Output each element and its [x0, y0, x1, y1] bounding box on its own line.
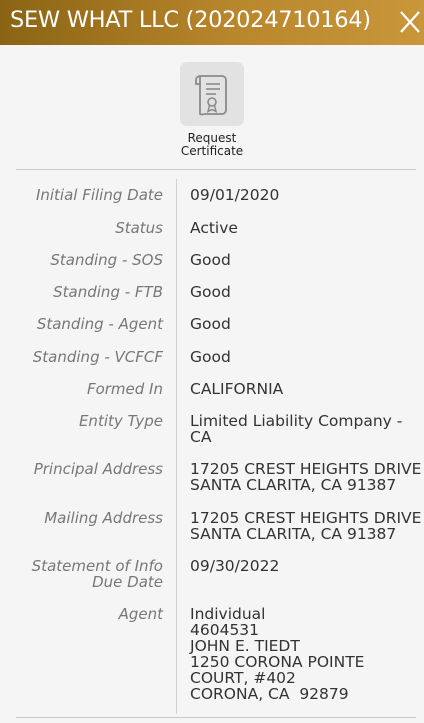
certificate-document-icon [195, 75, 227, 116]
detail-value: Active [190, 220, 415, 236]
value-line: 09/30/2022 [190, 557, 280, 575]
value-line: Individual [190, 605, 266, 623]
value-line: 4604531 [190, 621, 260, 639]
detail-label: Formed In [86, 380, 163, 398]
detail-value: Individual 4604531 JOHN E. TIEDT 1250 CO… [190, 606, 415, 702]
detail-label: Principal Address [33, 460, 163, 478]
detail-label: Status [115, 219, 163, 237]
value-line: 1250 CORONA POINTE [190, 653, 365, 671]
value-line: Good [190, 283, 231, 301]
detail-value: 17205 CREST HEIGHTS DRIVE SANTA CLARITA,… [190, 509, 422, 543]
value-line: Good [190, 315, 231, 333]
detail-label: Entity Type [78, 412, 163, 430]
detail-label: Agent [118, 605, 163, 623]
detail-label: Standing - SOS [50, 251, 163, 269]
value-line: Good [190, 348, 231, 366]
detail-value: Good [190, 284, 415, 300]
top-divider [16, 169, 416, 170]
entity-title: SEW WHAT LLC (202024710164) [10, 7, 371, 33]
detail-label: Mailing Address [44, 509, 163, 527]
detail-label: Initial Filing Date [35, 186, 163, 204]
detail-panel: Request Certificate Initial Filing Date … [0, 45, 424, 723]
value-line: 17205 CREST HEIGHTS DRIVE [190, 509, 422, 527]
detail-label: Standing - VCFCF [32, 348, 163, 366]
value-line: Limited Liability Company - [190, 412, 403, 430]
value-line: CORONA, CA 92879 [190, 685, 349, 703]
detail-value: 09/30/2022 [190, 558, 415, 574]
value-line: 09/01/2020 [190, 186, 280, 204]
bottom-divider [16, 717, 416, 718]
value-line: Good [190, 251, 231, 269]
detail-value: Good [190, 349, 415, 365]
cert-label-line1: Request [187, 131, 237, 145]
value-line: SANTA CLARITA, CA 91387 [190, 525, 397, 543]
detail-value: Good [190, 252, 415, 268]
detail-header: SEW WHAT LLC (202024710164) [0, 0, 424, 45]
detail-value: 09/01/2020 [190, 187, 415, 203]
value-line: Active [190, 219, 238, 237]
value-line: CA [190, 428, 212, 446]
value-line: COURT, #402 [190, 669, 296, 687]
detail-value: Limited Liability Company - CA [190, 413, 415, 445]
close-button[interactable] [394, 0, 424, 45]
label-line: Due Date [92, 573, 163, 591]
close-icon [400, 11, 420, 33]
detail-value: Good [190, 316, 415, 332]
request-certificate-label[interactable]: Request Certificate [0, 132, 424, 157]
detail-value: CALIFORNIA [190, 381, 415, 397]
detail-label: Standing - Agent [36, 315, 163, 333]
detail-label: Standing - FTB [53, 283, 163, 301]
request-certificate-button[interactable] [180, 62, 244, 126]
detail-value: 17205 CREST HEIGHTS DRIVE SANTA CLARITA,… [190, 460, 422, 494]
label-line: Statement of Info [31, 557, 163, 575]
detail-label: Statement of Info Due Date [32, 558, 163, 590]
value-line: JOHN E. TIEDT [190, 637, 300, 655]
value-line: 17205 CREST HEIGHTS DRIVE [190, 460, 422, 478]
value-line: SANTA CLARITA, CA 91387 [190, 476, 397, 494]
value-line: CALIFORNIA [190, 380, 284, 398]
cert-label-line2: Certificate [180, 143, 244, 158]
column-divider [176, 179, 177, 714]
